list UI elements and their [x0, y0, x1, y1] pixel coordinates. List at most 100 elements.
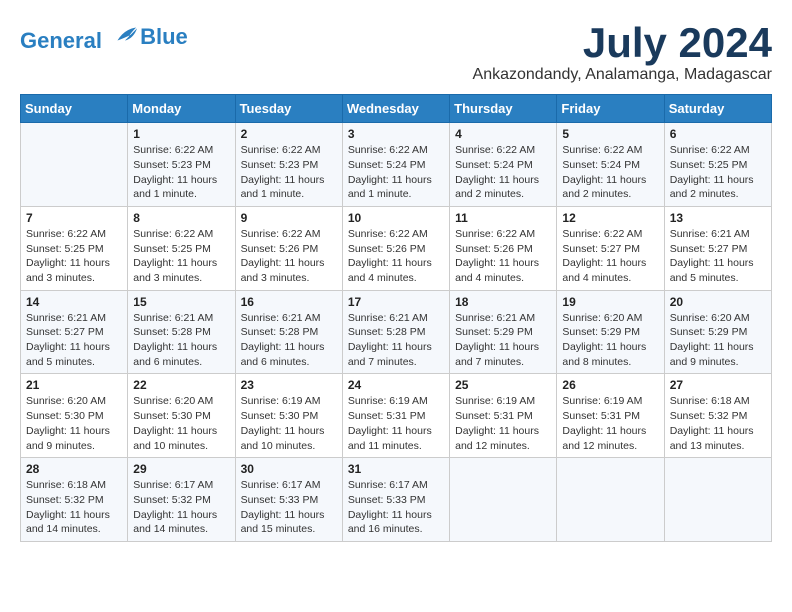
day-number: 11: [455, 211, 551, 225]
day-number: 6: [670, 127, 766, 141]
day-info: Sunrise: 6:21 AM Sunset: 5:29 PM Dayligh…: [455, 311, 551, 370]
day-info: Sunrise: 6:20 AM Sunset: 5:30 PM Dayligh…: [26, 394, 122, 453]
page-header: General Blue July 2024 Ankazondandy, Ana…: [20, 20, 772, 84]
calendar-cell: 15 Sunrise: 6:21 AM Sunset: 5:28 PM Dayl…: [128, 290, 235, 374]
calendar-cell: 12 Sunrise: 6:22 AM Sunset: 5:27 PM Dayl…: [557, 206, 664, 290]
day-number: 24: [348, 378, 444, 392]
calendar-cell: [557, 458, 664, 542]
calendar-cell: 26 Sunrise: 6:19 AM Sunset: 5:31 PM Dayl…: [557, 374, 664, 458]
day-number: 16: [241, 295, 337, 309]
calendar-cell: 3 Sunrise: 6:22 AM Sunset: 5:24 PM Dayli…: [342, 123, 449, 207]
day-number: 21: [26, 378, 122, 392]
calendar-cell: 25 Sunrise: 6:19 AM Sunset: 5:31 PM Dayl…: [450, 374, 557, 458]
day-info: Sunrise: 6:20 AM Sunset: 5:29 PM Dayligh…: [670, 311, 766, 370]
day-number: 30: [241, 462, 337, 476]
calendar-week-1: 1 Sunrise: 6:22 AM Sunset: 5:23 PM Dayli…: [21, 123, 772, 207]
calendar-cell: 1 Sunrise: 6:22 AM Sunset: 5:23 PM Dayli…: [128, 123, 235, 207]
day-info: Sunrise: 6:22 AM Sunset: 5:25 PM Dayligh…: [26, 227, 122, 286]
logo-text: General: [20, 20, 138, 53]
day-number: 23: [241, 378, 337, 392]
calendar-cell: 31 Sunrise: 6:17 AM Sunset: 5:33 PM Dayl…: [342, 458, 449, 542]
calendar-week-5: 28 Sunrise: 6:18 AM Sunset: 5:32 PM Dayl…: [21, 458, 772, 542]
day-number: 31: [348, 462, 444, 476]
calendar-cell: 2 Sunrise: 6:22 AM Sunset: 5:23 PM Dayli…: [235, 123, 342, 207]
day-number: 28: [26, 462, 122, 476]
calendar-cell: 23 Sunrise: 6:19 AM Sunset: 5:30 PM Dayl…: [235, 374, 342, 458]
day-number: 27: [670, 378, 766, 392]
calendar-cell: 6 Sunrise: 6:22 AM Sunset: 5:25 PM Dayli…: [664, 123, 771, 207]
day-info: Sunrise: 6:19 AM Sunset: 5:30 PM Dayligh…: [241, 394, 337, 453]
day-number: 17: [348, 295, 444, 309]
calendar-week-4: 21 Sunrise: 6:20 AM Sunset: 5:30 PM Dayl…: [21, 374, 772, 458]
day-number: 22: [133, 378, 229, 392]
day-number: 4: [455, 127, 551, 141]
weekday-header-thursday: Thursday: [450, 95, 557, 123]
day-info: Sunrise: 6:18 AM Sunset: 5:32 PM Dayligh…: [26, 478, 122, 537]
logo-bird-icon: [110, 20, 138, 48]
calendar-cell: [21, 123, 128, 207]
day-number: 13: [670, 211, 766, 225]
weekday-header-monday: Monday: [128, 95, 235, 123]
day-number: 3: [348, 127, 444, 141]
day-number: 20: [670, 295, 766, 309]
calendar-week-3: 14 Sunrise: 6:21 AM Sunset: 5:27 PM Dayl…: [21, 290, 772, 374]
day-info: Sunrise: 6:21 AM Sunset: 5:28 PM Dayligh…: [241, 311, 337, 370]
calendar-cell: 20 Sunrise: 6:20 AM Sunset: 5:29 PM Dayl…: [664, 290, 771, 374]
day-number: 9: [241, 211, 337, 225]
day-number: 1: [133, 127, 229, 141]
weekday-header-sunday: Sunday: [21, 95, 128, 123]
calendar-cell: 7 Sunrise: 6:22 AM Sunset: 5:25 PM Dayli…: [21, 206, 128, 290]
calendar-cell: 9 Sunrise: 6:22 AM Sunset: 5:26 PM Dayli…: [235, 206, 342, 290]
calendar-cell: 10 Sunrise: 6:22 AM Sunset: 5:26 PM Dayl…: [342, 206, 449, 290]
day-info: Sunrise: 6:21 AM Sunset: 5:27 PM Dayligh…: [670, 227, 766, 286]
calendar-cell: 5 Sunrise: 6:22 AM Sunset: 5:24 PM Dayli…: [557, 123, 664, 207]
day-info: Sunrise: 6:20 AM Sunset: 5:30 PM Dayligh…: [133, 394, 229, 453]
calendar-cell: 4 Sunrise: 6:22 AM Sunset: 5:24 PM Dayli…: [450, 123, 557, 207]
day-info: Sunrise: 6:22 AM Sunset: 5:24 PM Dayligh…: [348, 143, 444, 202]
day-info: Sunrise: 6:22 AM Sunset: 5:26 PM Dayligh…: [241, 227, 337, 286]
day-info: Sunrise: 6:17 AM Sunset: 5:32 PM Dayligh…: [133, 478, 229, 537]
calendar-cell: 18 Sunrise: 6:21 AM Sunset: 5:29 PM Dayl…: [450, 290, 557, 374]
day-info: Sunrise: 6:22 AM Sunset: 5:24 PM Dayligh…: [455, 143, 551, 202]
day-info: Sunrise: 6:17 AM Sunset: 5:33 PM Dayligh…: [348, 478, 444, 537]
day-info: Sunrise: 6:19 AM Sunset: 5:31 PM Dayligh…: [455, 394, 551, 453]
weekday-header-wednesday: Wednesday: [342, 95, 449, 123]
day-number: 8: [133, 211, 229, 225]
day-number: 10: [348, 211, 444, 225]
calendar-cell: 30 Sunrise: 6:17 AM Sunset: 5:33 PM Dayl…: [235, 458, 342, 542]
day-info: Sunrise: 6:22 AM Sunset: 5:24 PM Dayligh…: [562, 143, 658, 202]
calendar-cell: 16 Sunrise: 6:21 AM Sunset: 5:28 PM Dayl…: [235, 290, 342, 374]
day-number: 29: [133, 462, 229, 476]
weekday-header-friday: Friday: [557, 95, 664, 123]
day-info: Sunrise: 6:19 AM Sunset: 5:31 PM Dayligh…: [348, 394, 444, 453]
calendar-cell: 19 Sunrise: 6:20 AM Sunset: 5:29 PM Dayl…: [557, 290, 664, 374]
calendar-cell: 22 Sunrise: 6:20 AM Sunset: 5:30 PM Dayl…: [128, 374, 235, 458]
title-block: July 2024 Ankazondandy, Analamanga, Mada…: [473, 20, 772, 84]
day-number: 5: [562, 127, 658, 141]
weekday-header-tuesday: Tuesday: [235, 95, 342, 123]
weekday-header-row: SundayMondayTuesdayWednesdayThursdayFrid…: [21, 95, 772, 123]
calendar-cell: 11 Sunrise: 6:22 AM Sunset: 5:26 PM Dayl…: [450, 206, 557, 290]
day-info: Sunrise: 6:22 AM Sunset: 5:23 PM Dayligh…: [133, 143, 229, 202]
day-number: 18: [455, 295, 551, 309]
day-info: Sunrise: 6:17 AM Sunset: 5:33 PM Dayligh…: [241, 478, 337, 537]
calendar-cell: 8 Sunrise: 6:22 AM Sunset: 5:25 PM Dayli…: [128, 206, 235, 290]
day-info: Sunrise: 6:18 AM Sunset: 5:32 PM Dayligh…: [670, 394, 766, 453]
calendar-cell: 21 Sunrise: 6:20 AM Sunset: 5:30 PM Dayl…: [21, 374, 128, 458]
day-number: 26: [562, 378, 658, 392]
day-info: Sunrise: 6:22 AM Sunset: 5:23 PM Dayligh…: [241, 143, 337, 202]
day-info: Sunrise: 6:19 AM Sunset: 5:31 PM Dayligh…: [562, 394, 658, 453]
calendar-table: SundayMondayTuesdayWednesdayThursdayFrid…: [20, 94, 772, 542]
day-info: Sunrise: 6:21 AM Sunset: 5:28 PM Dayligh…: [133, 311, 229, 370]
day-info: Sunrise: 6:21 AM Sunset: 5:27 PM Dayligh…: [26, 311, 122, 370]
weekday-header-saturday: Saturday: [664, 95, 771, 123]
calendar-week-2: 7 Sunrise: 6:22 AM Sunset: 5:25 PM Dayli…: [21, 206, 772, 290]
day-number: 12: [562, 211, 658, 225]
day-number: 14: [26, 295, 122, 309]
logo[interactable]: General Blue: [20, 20, 188, 53]
day-number: 15: [133, 295, 229, 309]
day-info: Sunrise: 6:22 AM Sunset: 5:25 PM Dayligh…: [133, 227, 229, 286]
day-info: Sunrise: 6:21 AM Sunset: 5:28 PM Dayligh…: [348, 311, 444, 370]
day-info: Sunrise: 6:20 AM Sunset: 5:29 PM Dayligh…: [562, 311, 658, 370]
day-number: 25: [455, 378, 551, 392]
